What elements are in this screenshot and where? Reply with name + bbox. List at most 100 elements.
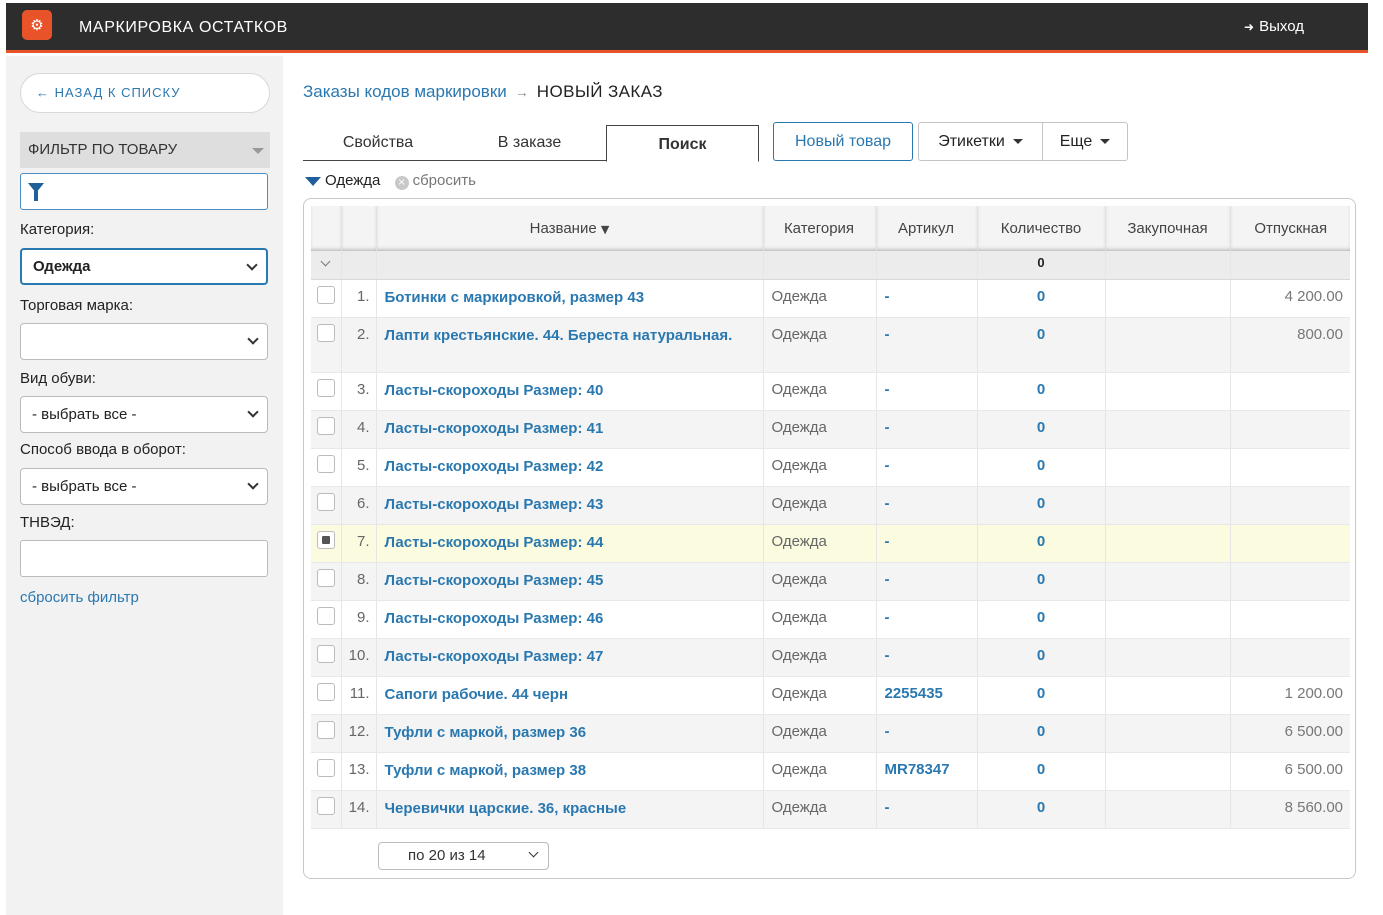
table-row[interactable]: 9. Ласты-скороходы Размер: 46 Одежда -0 — [311, 600, 1350, 639]
col-article-header[interactable]: Артикул — [876, 206, 978, 251]
category-select[interactable]: Одежда — [20, 248, 268, 285]
row-quantity[interactable]: 0 — [977, 410, 1106, 449]
row-checkbox[interactable] — [316, 323, 335, 342]
col-buy-header[interactable]: Закупочная — [1105, 206, 1231, 251]
tab-search[interactable]: Поиск — [606, 125, 759, 162]
row-checkbox[interactable] — [316, 530, 335, 549]
chevron-down-icon — [247, 333, 259, 345]
row-article[interactable]: - — [876, 372, 978, 411]
row-checkbox[interactable] — [316, 606, 335, 625]
circulation-select[interactable]: - выбрать все - — [20, 468, 268, 505]
table-row[interactable]: 13. Туфли с маркой, размер 38 Одежда MR7834… — [311, 752, 1350, 791]
row-quantity[interactable]: 0 — [977, 638, 1106, 677]
row-article[interactable]: - — [876, 600, 978, 639]
logout-button[interactable]: ➜ Выход — [1244, 18, 1304, 35]
row-sale-price — [1230, 524, 1350, 563]
row-quantity[interactable]: 0 — [977, 317, 1106, 373]
row-name-cell: Черевички царские. 36, красные — [376, 790, 764, 829]
row-article[interactable]: - — [876, 279, 978, 318]
tnved-input[interactable] — [20, 540, 268, 577]
row-name-link[interactable]: Туфли с маркой, размер 38 — [385, 762, 587, 779]
row-checkbox[interactable] — [316, 682, 335, 701]
row-quantity[interactable]: 0 — [977, 448, 1106, 487]
table-row[interactable]: 10. Ласты-скороходы Размер: 47 Одежда -0 — [311, 638, 1350, 677]
row-article[interactable]: - — [876, 410, 978, 449]
row-quantity[interactable]: 0 — [977, 372, 1106, 411]
row-checkbox[interactable] — [316, 720, 335, 739]
back-to-list-button[interactable]: ← НАЗАД К СПИСКУ — [20, 73, 270, 113]
table-row[interactable]: 11. Сапоги рабочие. 44 черн Одежда 2255435 0… — [311, 676, 1350, 715]
row-name-link[interactable]: Сапоги рабочие. 44 черн — [385, 686, 569, 703]
row-quantity[interactable]: 0 — [977, 279, 1106, 318]
table-row[interactable]: 8. Ласты-скороходы Размер: 45 Одежда -0 — [311, 562, 1350, 601]
row-name-link[interactable]: Лапти крестьянские. 44. Береста натураль… — [385, 327, 733, 344]
brand-label: Торговая марка: — [20, 297, 133, 314]
row-quantity[interactable]: 0 — [977, 752, 1106, 791]
row-name-link[interactable]: Ласты-скороходы Размер: 41 — [385, 420, 604, 437]
row-checkbox[interactable] — [316, 492, 335, 511]
tab-properties[interactable]: Свойства — [303, 124, 453, 161]
row-checkbox[interactable] — [316, 454, 335, 473]
col-category-header[interactable]: Категория — [763, 206, 877, 251]
row-quantity[interactable]: 0 — [977, 562, 1106, 601]
row-name-link[interactable]: Ласты-скороходы Размер: 40 — [385, 382, 604, 399]
row-article[interactable]: - — [876, 714, 978, 753]
table-row[interactable]: 7. Ласты-скороходы Размер: 44 Одежда -0 — [311, 524, 1350, 563]
row-article[interactable]: 2255435 — [876, 676, 978, 715]
col-name-header[interactable]: Название ▼ — [376, 206, 764, 251]
row-article[interactable]: - — [876, 317, 978, 373]
col-sell-header[interactable]: Отпускная — [1230, 206, 1350, 251]
more-dropdown-button[interactable]: Еще — [1042, 122, 1128, 161]
row-article[interactable]: - — [876, 562, 978, 601]
row-name-link[interactable]: Ласты-скороходы Размер: 47 — [385, 648, 604, 665]
row-quantity[interactable]: 0 — [977, 524, 1106, 563]
table-row[interactable]: 14. Черевички царские. 36, красные Одежда -… — [311, 790, 1350, 829]
row-name-link[interactable]: Ласты-скороходы Размер: 44 — [385, 534, 604, 551]
table-row[interactable]: 12. Туфли с маркой, размер 36 Одежда -0 6 50… — [311, 714, 1350, 753]
row-name-link[interactable]: Черевички царские. 36, красные — [385, 800, 627, 817]
row-quantity[interactable]: 0 — [977, 790, 1106, 829]
table-row[interactable]: 2. Лапти крестьянские. 44. Береста натура… — [311, 317, 1350, 373]
product-filter-input[interactable] — [20, 173, 268, 210]
table-row[interactable]: 3. Ласты-скороходы Размер: 40 Одежда -0 — [311, 372, 1350, 411]
tab-in-order[interactable]: В заказе — [453, 124, 606, 161]
labels-dropdown-button[interactable]: Этикетки — [918, 122, 1043, 161]
row-checkbox[interactable] — [316, 796, 335, 815]
row-name-link[interactable]: Ботинки с маркировкой, размер 43 — [385, 289, 645, 306]
new-item-button[interactable]: Новый товар — [773, 122, 913, 161]
row-quantity[interactable]: 0 — [977, 676, 1106, 715]
row-article[interactable]: - — [876, 486, 978, 525]
brand-select[interactable] — [20, 323, 268, 360]
row-article[interactable]: MR78347 — [876, 752, 978, 791]
page-size-select[interactable]: по 20 из 14 — [378, 842, 549, 870]
row-checkbox[interactable] — [316, 758, 335, 777]
row-article[interactable]: - — [876, 790, 978, 829]
active-filter-reset[interactable]: × сбросить — [394, 172, 476, 190]
row-name-link[interactable]: Ласты-скороходы Размер: 45 — [385, 572, 604, 589]
shoe-type-select[interactable]: - выбрать все - — [20, 396, 268, 433]
breadcrumb-orders-link[interactable]: Заказы кодов маркировки — [303, 82, 507, 101]
row-name-link[interactable]: Ласты-скороходы Размер: 46 — [385, 610, 604, 627]
row-name-link[interactable]: Туфли с маркой, размер 36 — [385, 724, 587, 741]
row-quantity[interactable]: 0 — [977, 486, 1106, 525]
reset-filter-link[interactable]: сбросить фильтр — [20, 589, 139, 606]
col-qty-header[interactable]: Количество — [977, 206, 1106, 251]
row-name-link[interactable]: Ласты-скороходы Размер: 43 — [385, 496, 604, 513]
row-checkbox[interactable] — [316, 568, 335, 587]
row-checkbox[interactable] — [316, 378, 335, 397]
row-checkbox[interactable] — [316, 644, 335, 663]
table-row[interactable]: 5. Ласты-скороходы Размер: 42 Одежда -0 — [311, 448, 1350, 487]
row-checkbox[interactable] — [316, 416, 335, 435]
row-quantity[interactable]: 0 — [977, 600, 1106, 639]
filter-header[interactable]: ФИЛЬТР ПО ТОВАРУ — [20, 132, 270, 168]
summary-toggle[interactable] — [311, 251, 342, 280]
table-row[interactable]: 4. Ласты-скороходы Размер: 41 Одежда -0 — [311, 410, 1350, 449]
row-name-link[interactable]: Ласты-скороходы Размер: 42 — [385, 458, 604, 475]
row-article[interactable]: - — [876, 638, 978, 677]
table-row[interactable]: 6. Ласты-скороходы Размер: 43 Одежда -0 — [311, 486, 1350, 525]
row-article[interactable]: - — [876, 448, 978, 487]
table-row[interactable]: 1. Ботинки с маркировкой, размер 43 Одежда… — [311, 279, 1350, 318]
row-checkbox[interactable] — [316, 285, 335, 304]
row-article[interactable]: - — [876, 524, 978, 563]
row-quantity[interactable]: 0 — [977, 714, 1106, 753]
